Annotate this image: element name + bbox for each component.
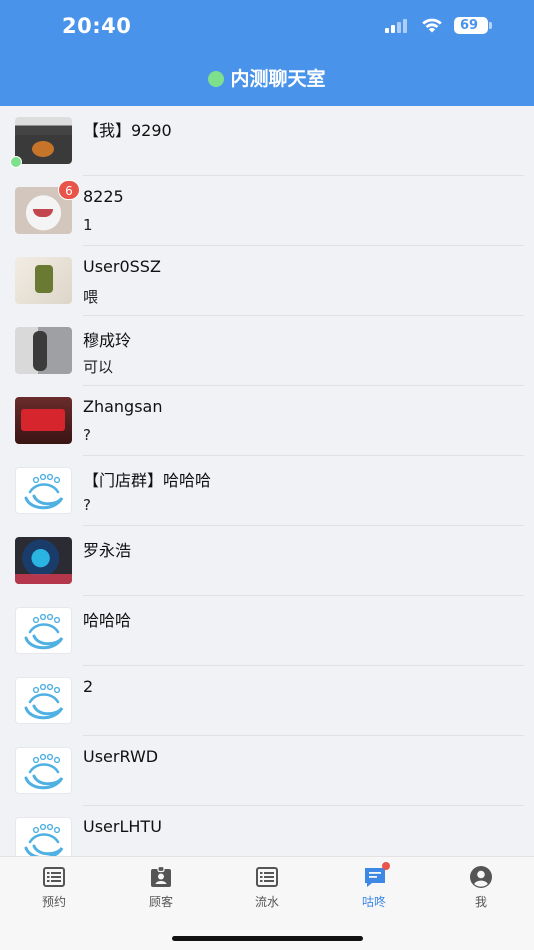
ledger-icon xyxy=(255,865,279,889)
chat-name: UserLHTU xyxy=(83,817,162,836)
last-message: ? xyxy=(83,496,91,514)
avatar xyxy=(15,607,72,654)
profile-icon xyxy=(469,865,493,889)
cellular-signal-icon xyxy=(385,19,411,33)
chat-list-item[interactable]: 【我】9290 xyxy=(0,106,534,176)
chat-list-item[interactable]: 2 xyxy=(0,666,534,736)
avatar xyxy=(15,467,72,514)
tab-list[interactable]: 预约 xyxy=(14,865,94,910)
chat-name: 罗永浩 xyxy=(83,541,132,560)
title-bar: 内测聊天室 xyxy=(0,64,534,91)
chat-name: 8225 xyxy=(83,187,124,206)
list-icon xyxy=(42,865,66,889)
notification-dot xyxy=(382,862,390,870)
app-logo-icon xyxy=(24,473,64,510)
app-logo-icon xyxy=(24,753,64,790)
badge-icon xyxy=(149,865,173,889)
home-indicator xyxy=(172,936,363,941)
battery-level: 69 xyxy=(459,18,479,33)
page-title: 内测聊天室 xyxy=(230,68,326,90)
avatar xyxy=(15,747,72,794)
avatar xyxy=(15,327,72,374)
chat-name: 哈哈哈 xyxy=(83,611,132,630)
last-message: 1 xyxy=(83,216,93,234)
chat-name: 【我】9290 xyxy=(83,121,172,140)
chat-list-item[interactable]: 穆成玲 可以 xyxy=(0,316,534,386)
online-indicator xyxy=(10,156,22,168)
avatar xyxy=(15,537,72,584)
chat-list-item[interactable]: UserRWD xyxy=(0,736,534,806)
chat-list-item[interactable]: UserLHTU xyxy=(0,806,534,856)
tab-label: 咕咚 xyxy=(361,895,386,909)
app-header: 20:40 69 内测聊天室 xyxy=(0,0,534,106)
chat-list-item[interactable]: 哈哈哈 xyxy=(0,596,534,666)
avatar xyxy=(15,677,72,724)
chat-list-item[interactable]: 罗永浩 xyxy=(0,526,534,596)
online-status-dot xyxy=(208,71,225,87)
tab-label: 顾客 xyxy=(148,895,173,909)
wifi-icon xyxy=(422,18,442,33)
chat-list-item[interactable]: 6 8225 1 xyxy=(0,176,534,246)
battery-icon: 69 xyxy=(454,17,488,34)
tab-ledger[interactable]: 流水 xyxy=(227,865,307,910)
unread-badge: 6 xyxy=(58,180,80,200)
avatar xyxy=(15,817,72,856)
tab-chat[interactable]: 咕咚 xyxy=(334,862,414,910)
tab-label: 我 xyxy=(474,895,487,909)
chat-name: User0SSZ xyxy=(83,257,161,276)
chat-list-item[interactable]: Zhangsan? xyxy=(0,386,534,456)
avatar xyxy=(15,257,72,304)
chat-icon xyxy=(362,862,390,889)
app-logo-icon xyxy=(24,823,64,856)
chat-name: Zhangsan xyxy=(83,397,163,416)
app-logo-icon xyxy=(24,683,64,720)
chat-list-item[interactable]: User0SSZ 喂 xyxy=(0,246,534,316)
status-time: 20:40 xyxy=(62,14,132,38)
chat-name: 穆成玲 xyxy=(83,331,132,350)
last-message: ? xyxy=(83,426,91,444)
tab-badge[interactable]: 顾客 xyxy=(121,865,201,910)
tab-label: 流水 xyxy=(254,895,279,909)
last-message: 喂 xyxy=(83,288,99,306)
chat-name: 【门店群】哈哈哈 xyxy=(83,471,212,490)
chat-name: 2 xyxy=(83,677,94,696)
battery-tip xyxy=(489,22,492,29)
tab-profile[interactable]: 我 xyxy=(441,865,521,910)
last-message: 可以 xyxy=(83,358,114,376)
chat-list[interactable]: 【我】9290 6 8225 1 User0SSZ 喂穆成玲 可以 Zhangsan? 【门店群… xyxy=(0,106,534,856)
avatar xyxy=(15,397,72,444)
tab-label: 预约 xyxy=(41,895,66,909)
app-logo-icon xyxy=(24,613,64,650)
avatar xyxy=(15,117,72,164)
chat-name: UserRWD xyxy=(83,747,159,766)
chat-list-item[interactable]: 【门店群】哈哈哈? xyxy=(0,456,534,526)
